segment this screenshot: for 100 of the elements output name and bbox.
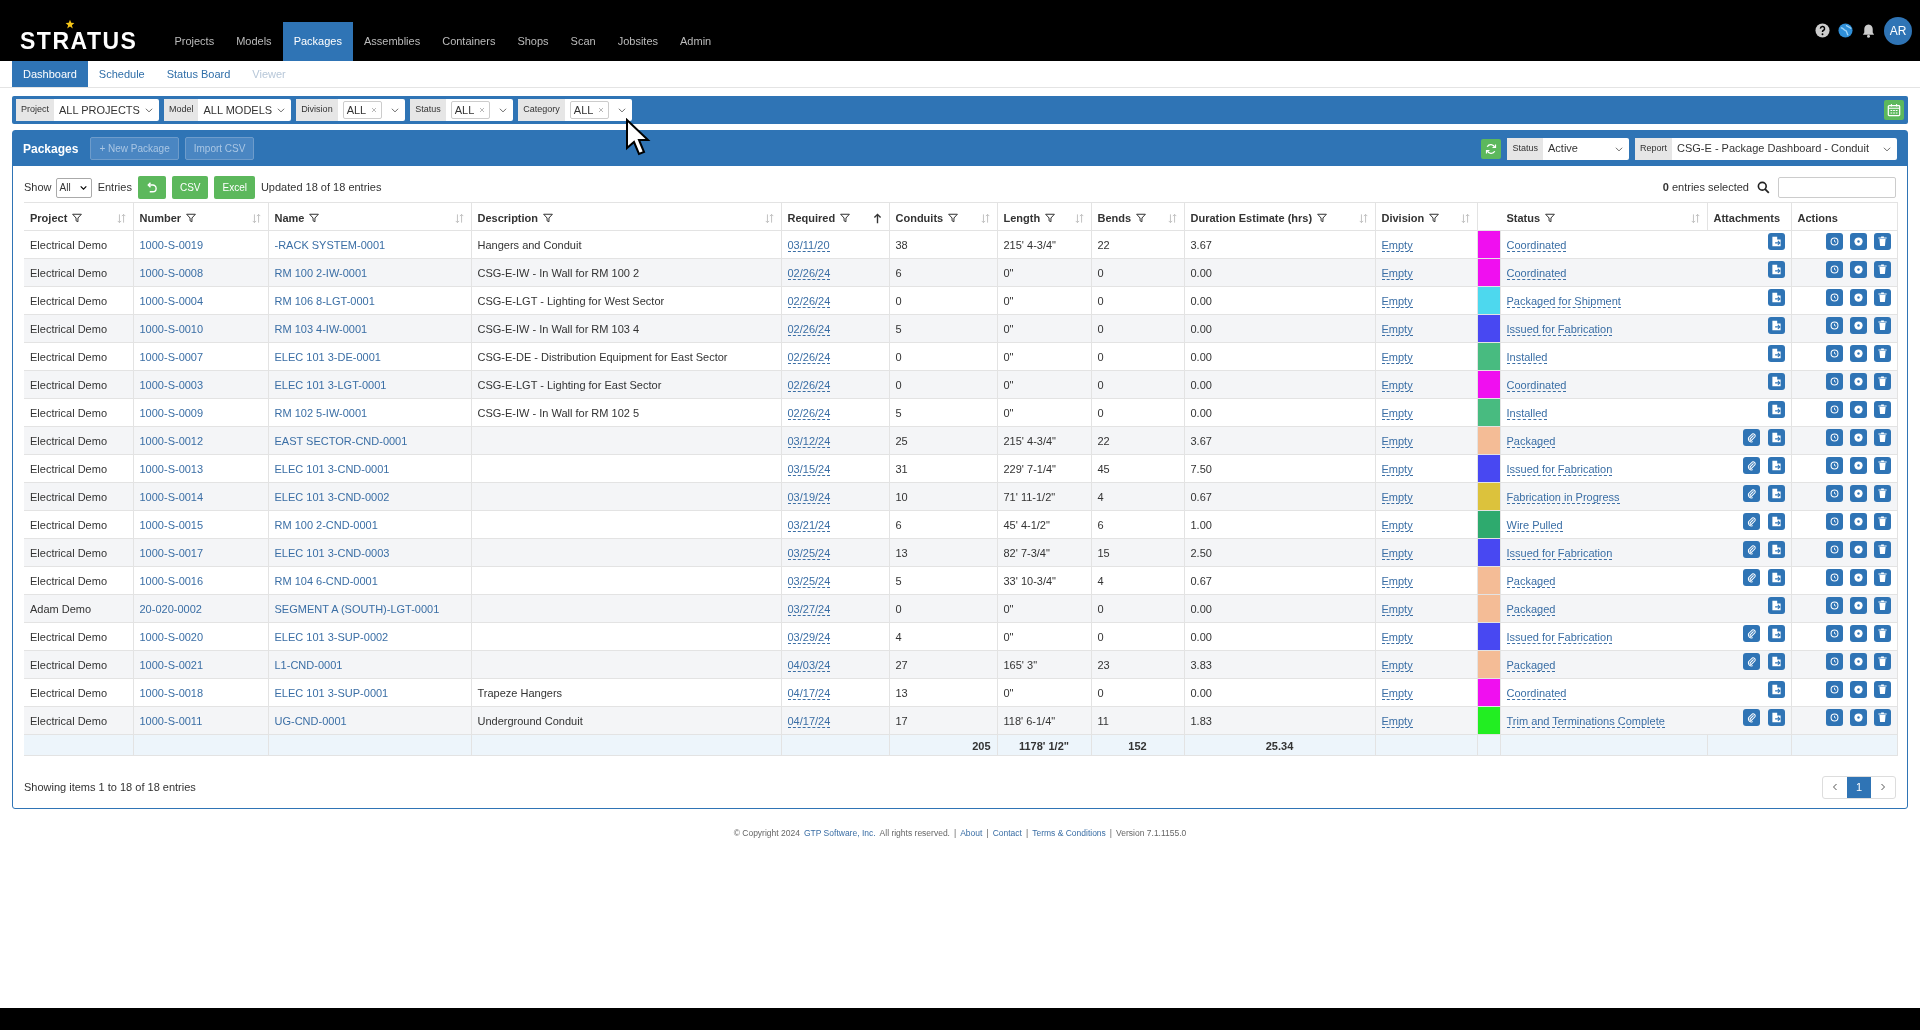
status-dropdown[interactable]: Status Active [1507,137,1629,160]
date-link[interactable]: 03/25/24 [787,575,831,588]
date-link[interactable]: 03/25/24 [787,547,831,560]
export-file-button[interactable] [1767,345,1785,362]
delete-button[interactable] [1873,401,1891,418]
delete-button[interactable] [1873,373,1891,390]
attach-button[interactable] [1742,541,1760,558]
status-link[interactable]: Trim and Terminations Complete [1506,715,1665,728]
number-link[interactable]: 1000-S-0019 [139,239,204,251]
name-link[interactable]: RM 104 6-CND-0001 [274,575,378,587]
attach-button[interactable] [1742,569,1760,586]
division-link[interactable]: Empty [1381,295,1413,308]
export-file-button[interactable] [1767,401,1785,418]
history-button[interactable] [1825,569,1843,586]
view-button[interactable] [1849,233,1867,250]
logo[interactable]: STRATUS [20,22,138,61]
footer-link[interactable]: Terms & Conditions [1032,827,1106,840]
delete-button[interactable] [1873,233,1891,250]
status-link[interactable]: Fabrication in Progress [1506,491,1620,504]
number-link[interactable]: 1000-S-0020 [139,631,204,643]
status-link[interactable]: Issued for Fabrication [1506,631,1613,644]
name-link[interactable]: RM 102 5-IW-0001 [274,407,368,419]
history-button[interactable] [1825,681,1843,698]
date-link[interactable]: 02/26/24 [787,379,831,392]
date-link[interactable]: 03/15/24 [787,463,831,476]
export-file-button[interactable] [1767,709,1785,726]
filter-icon[interactable] [840,213,851,224]
delete-button[interactable] [1873,625,1891,642]
number-link[interactable]: 1000-S-0016 [139,575,204,587]
date-link[interactable]: 03/27/24 [787,603,831,616]
name-link[interactable]: UG-CND-0001 [274,715,347,727]
delete-button[interactable] [1873,569,1891,586]
export-file-button[interactable] [1767,597,1785,614]
division-link[interactable]: Empty [1381,407,1413,420]
history-button[interactable] [1825,485,1843,502]
attach-button[interactable] [1742,513,1760,530]
nav-tab[interactable]: Projects [163,22,226,61]
footer-link[interactable]: GTP Software, Inc. [803,827,876,840]
globe-icon[interactable] [1838,23,1853,38]
export-file-button[interactable] [1767,373,1785,390]
page-button[interactable]: 1 [1847,776,1871,798]
status-link[interactable]: Issued for Fabrication [1506,463,1613,476]
name-link[interactable]: RM 103 4-IW-0001 [274,323,368,335]
number-link[interactable]: 1000-S-0009 [139,407,204,419]
refresh-button[interactable] [1481,138,1502,159]
nav-tab[interactable]: Jobsites [606,22,670,61]
division-link[interactable]: Empty [1381,267,1413,280]
history-button[interactable] [1825,457,1843,474]
nav-tab[interactable]: Containers [431,22,507,61]
view-button[interactable] [1849,541,1867,558]
status-link[interactable]: Installed [1506,407,1548,420]
name-link[interactable]: SEGMENT A (SOUTH)-LGT-0001 [274,603,440,615]
undo-button[interactable] [137,176,166,199]
footer-link[interactable]: About [960,827,983,840]
entries-select[interactable]: All [55,177,92,198]
column-header[interactable]: Number [139,210,182,227]
export-file-button[interactable] [1767,625,1785,642]
export-file-button[interactable] [1767,429,1785,446]
number-link[interactable]: 1000-S-0003 [139,379,204,391]
division-link[interactable]: Empty [1381,575,1413,588]
number-link[interactable]: 1000-S-0007 [139,351,204,363]
number-link[interactable]: 1000-S-0011 [139,715,203,727]
filter-icon[interactable] [309,213,320,224]
view-button[interactable] [1849,625,1867,642]
view-button[interactable] [1849,317,1867,334]
filter-icon[interactable] [1429,213,1440,224]
export-file-button[interactable] [1767,513,1785,530]
date-link[interactable]: 04/03/24 [787,659,831,672]
number-link[interactable]: 1000-S-0012 [139,435,204,447]
delete-button[interactable] [1873,653,1891,670]
attach-button[interactable] [1742,625,1760,642]
delete-button[interactable] [1873,457,1891,474]
view-button[interactable] [1849,373,1867,390]
name-link[interactable]: ELEC 101 3-CND-0001 [274,463,390,475]
date-link[interactable]: 02/26/24 [787,267,831,280]
date-link[interactable]: 04/17/24 [787,715,831,728]
division-link[interactable]: Empty [1381,435,1413,448]
number-link[interactable]: 1000-S-0017 [139,547,204,559]
date-link[interactable]: 02/26/24 [787,295,831,308]
search-icon[interactable] [1757,181,1770,194]
export-file-button[interactable] [1767,317,1785,334]
sub-tab[interactable]: Status Board [155,61,242,87]
delete-button[interactable] [1873,345,1891,362]
delete-button[interactable] [1873,317,1891,334]
column-header[interactable]: Description [477,210,538,227]
name-link[interactable]: ELEC 101 3-CND-0002 [274,491,390,503]
export-file-button[interactable] [1767,261,1785,278]
view-button[interactable] [1849,653,1867,670]
name-link[interactable]: ELEC 101 3-SUP-0001 [274,687,389,699]
filter-icon[interactable] [186,213,197,224]
date-link[interactable]: 03/12/24 [787,435,831,448]
status-link[interactable]: Coordinated [1506,379,1567,392]
view-button[interactable] [1849,261,1867,278]
date-link[interactable]: 04/17/24 [787,687,831,700]
export-file-button[interactable] [1767,233,1785,250]
name-link[interactable]: RM 106 8-LGT-0001 [274,295,375,307]
status-link[interactable]: Issued for Fabrication [1506,547,1613,560]
view-button[interactable] [1849,429,1867,446]
filter-dropdown[interactable]: Model ALL MODELS [163,99,292,121]
history-button[interactable] [1825,317,1843,334]
